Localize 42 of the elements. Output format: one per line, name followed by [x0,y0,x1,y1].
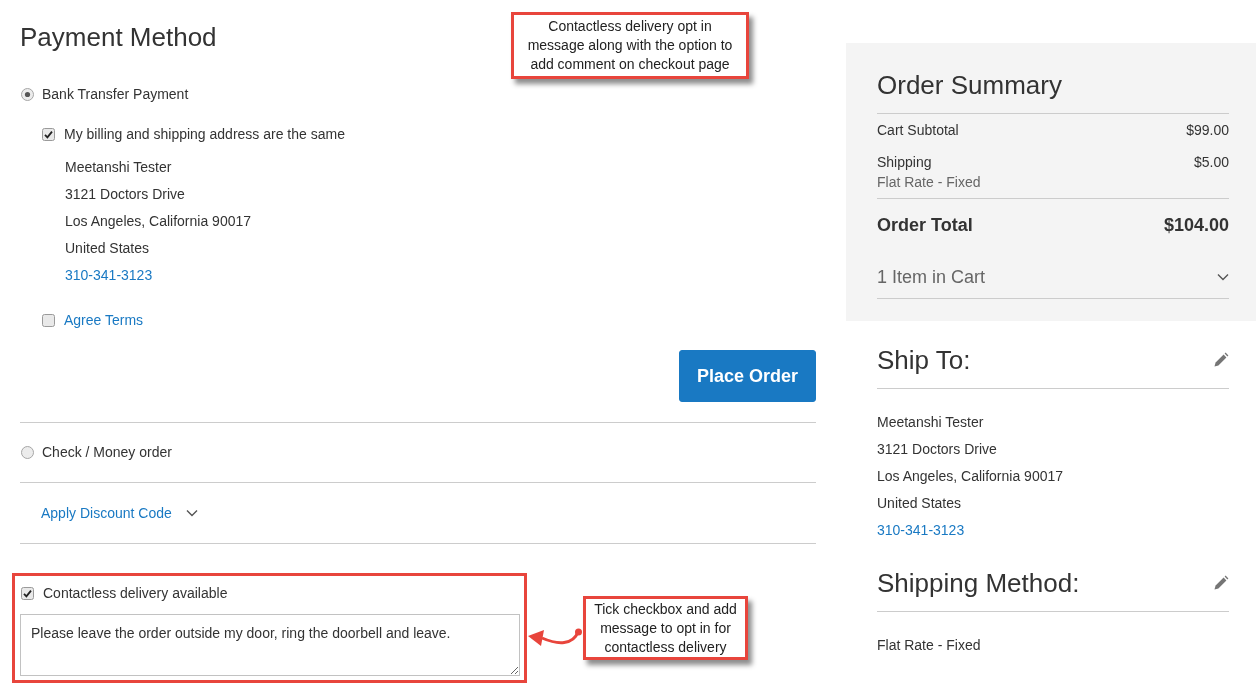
phone-link[interactable]: 310-341-3123 [65,262,153,289]
discount-link[interactable]: Apply Discount Code [41,502,172,524]
address-line: Los Angeles, California 90017 [877,467,1064,486]
annotation-callout: Tick checkbox and add message to opt in for contactless delivery [583,596,748,660]
section-title: Shipping Method: [877,567,1080,599]
checkbox[interactable] [42,127,55,141]
address-line: Meetanshi Tester [65,158,172,177]
address-line: Meetanshi Tester [877,413,984,432]
checkbox[interactable] [21,586,34,600]
summary-value: $5.00 [1193,153,1229,172]
radio-button[interactable] [21,87,34,101]
shipping-method-value: Flat Rate - Fixed [877,636,981,655]
summary-sublabel: Flat Rate - Fixed [877,173,981,192]
address-line: Los Angeles, California 90017 [65,212,252,231]
radio-button[interactable] [21,445,34,459]
total-label: Order Total [877,214,973,237]
comment-field[interactable]: Please leave the order outside my door, ring the doorbell and leave. [20,614,520,676]
annotation-callout: Contactless delivery opt in message along with the option to add comment on checkout page [511,12,749,79]
section-title: Order Summary [877,69,1062,101]
checkbox-label: My billing and shipping address are the same [64,124,345,144]
pencil-icon[interactable] [1213,575,1229,591]
address-line: United States [877,494,962,513]
cart-items-toggle[interactable]: 1 Item in Cart [877,265,986,289]
phone-link[interactable]: 310-341-3123 [877,517,965,544]
summary-label: Shipping [877,153,933,172]
checkbox-label: Contactless delivery available [43,583,228,603]
option-label: Check / Money order [42,442,172,462]
option-label: Bank Transfer Payment [42,84,189,104]
checkbox[interactable] [42,313,55,327]
place-order-button[interactable]: Place Order [678,350,816,402]
chevron-down-icon[interactable] [185,509,198,517]
pencil-icon[interactable] [1213,352,1229,368]
address-line: 3121 Doctors Drive [877,440,997,459]
terms-link[interactable]: Agree Terms [64,309,144,331]
summary-value: $99.00 [1186,121,1229,140]
section-title: Ship To: [877,344,971,376]
chevron-down-icon[interactable] [1217,273,1229,281]
address-line: 3121 Doctors Drive [65,185,185,204]
summary-label: Cart Subtotal [877,121,959,140]
total-value: $104.00 [1163,214,1229,237]
address-line: United States [65,239,150,258]
section-title: Payment Method [20,21,217,53]
